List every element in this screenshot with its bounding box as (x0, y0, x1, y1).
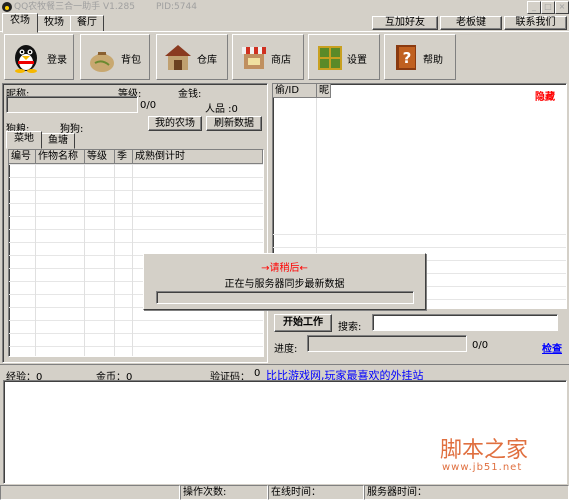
dialog-message: 正在与服务器同步最新数据 (224, 279, 345, 290)
my-farm-button[interactable]: 我的农场 (148, 116, 202, 131)
svg-text:?: ? (403, 49, 412, 67)
sync-dialog: →请稍后← 正在与服务器同步最新数据 (143, 253, 426, 310)
shop-button[interactable]: 商店 (232, 34, 304, 80)
crop-divider (132, 164, 133, 356)
login-button[interactable]: 登录 (4, 34, 74, 80)
contact-us-button[interactable]: 联系我们 (504, 16, 567, 30)
settings-label: 设置 (347, 55, 367, 66)
start-work-button[interactable]: 开始工作 (274, 314, 332, 332)
settings-button[interactable]: 设置 (308, 34, 380, 80)
captcha-value: 0 (254, 368, 261, 379)
exp-bar (6, 96, 138, 113)
window-title: QQ农牧餐三合一助手 V1.285 (14, 2, 135, 12)
warehouse-icon (165, 45, 191, 70)
progress-label: 进度: (274, 344, 298, 355)
tab-restaurant[interactable]: 餐厅 (70, 15, 104, 32)
dialog-title: →请稍后← (261, 263, 308, 274)
people-label: 人品 :0 (205, 104, 238, 115)
crop-divider (114, 164, 115, 356)
qq-app-icon (2, 2, 12, 12)
help-label: 帮助 (423, 55, 443, 66)
exp-value: 0/0 (140, 100, 157, 111)
check-link[interactable]: 检查 (542, 340, 562, 355)
crop-col-countdown[interactable]: 成熟倒计时 (133, 150, 263, 164)
subtab-fields[interactable]: 菜地 (6, 131, 42, 149)
crop-col-name[interactable]: 作物名称 (36, 150, 85, 164)
add-friends-button[interactable]: 互加好友 (372, 16, 438, 30)
settings-crate-icon (318, 46, 342, 70)
shop-icon (242, 47, 266, 69)
warehouse-button[interactable]: 仓库 (156, 34, 228, 80)
crop-divider (84, 164, 85, 356)
warehouse-label: 仓库 (197, 55, 217, 66)
boss-key-button[interactable]: 老板键 (440, 16, 502, 30)
crop-col-id[interactable]: 编号 (9, 150, 36, 164)
login-label: 登录 (47, 55, 67, 66)
minimize-button[interactable]: _ (527, 1, 541, 14)
backpack-label: 背包 (121, 55, 141, 66)
money-label: 金钱: (178, 89, 202, 100)
hide-link[interactable]: 隐藏 (535, 88, 555, 103)
help-book-icon: ? (396, 45, 416, 70)
friend-col-id[interactable]: 偷/ID (273, 84, 317, 98)
pid-label: PID:5744 (156, 2, 197, 12)
friend-col-nick[interactable]: 昵 (317, 84, 331, 98)
work-progress-bar (307, 335, 467, 352)
status-cell (0, 485, 180, 500)
watermark-url: www.jb51.net (442, 462, 523, 473)
maximize-button[interactable]: □ (541, 1, 555, 14)
search-input[interactable] (372, 314, 558, 331)
close-button[interactable]: × (555, 1, 569, 14)
crop-col-season[interactable]: 季 (115, 150, 133, 164)
money-bag-icon (90, 52, 114, 72)
qq-penguin-icon (15, 45, 37, 73)
refresh-button[interactable]: 刷新数据 (206, 116, 262, 131)
status-online: 在线时间： (268, 485, 364, 500)
search-label: 搜索: (338, 322, 362, 333)
tab-ranch[interactable]: 牧场 (37, 15, 71, 32)
sync-progress-bar (156, 291, 414, 304)
divider (0, 364, 569, 365)
shop-label: 商店 (271, 55, 291, 66)
progress-value: 0/0 (472, 340, 489, 351)
watermark-brand: 脚本之家 (440, 438, 529, 463)
help-button[interactable]: ? 帮助 (384, 34, 456, 80)
crop-divider (35, 164, 36, 356)
crop-col-level[interactable]: 等级 (85, 150, 115, 164)
subtab-fishpond[interactable]: 鱼塘 (41, 133, 75, 149)
backpack-button[interactable]: 背包 (80, 34, 150, 80)
status-ops: 操作次数: (180, 485, 268, 500)
tab-farm[interactable]: 农场 (2, 13, 38, 33)
title-bar: QQ农牧餐三合一助手 V1.285 PID:5744 _ □ × (0, 0, 569, 14)
status-server-time: 服务器时间： (364, 485, 569, 500)
